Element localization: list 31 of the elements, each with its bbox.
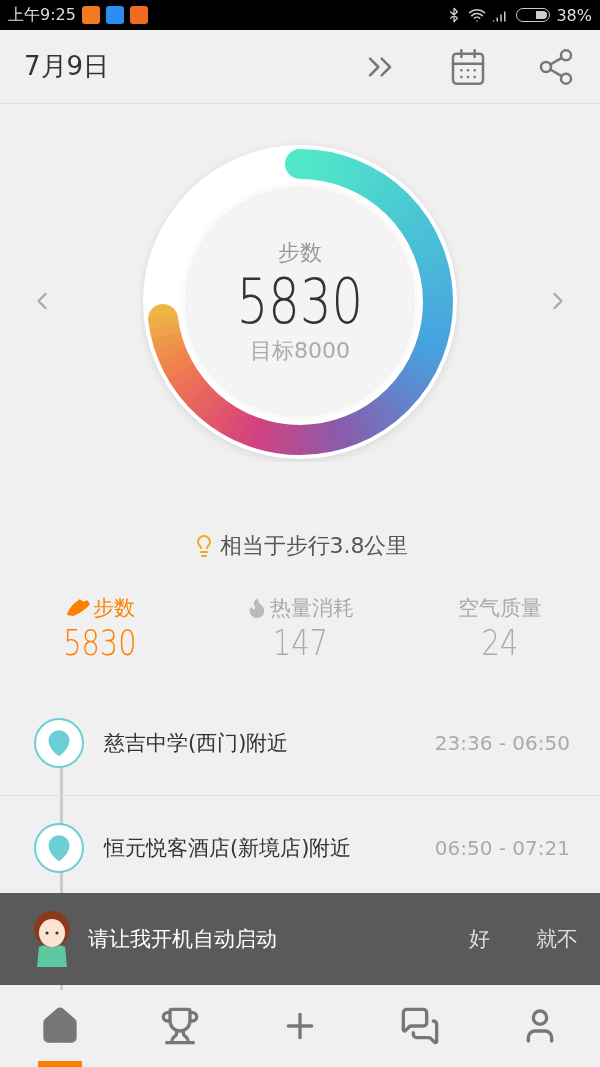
step-count: 5830	[236, 267, 364, 337]
app-icon	[129, 6, 148, 24]
date-title: 7月9日	[24, 50, 111, 83]
battery-percent: 38%	[556, 5, 592, 25]
time-range: 06:50 - 07:21	[434, 836, 570, 860]
chat-icon	[400, 1006, 440, 1046]
stat-value: 5830	[63, 622, 137, 663]
location-pin-icon	[34, 823, 84, 873]
home-icon	[40, 1006, 80, 1046]
stat-tab[interactable]: 热量消耗	[270, 594, 354, 622]
time-range: 23:36 - 06:50	[434, 731, 570, 755]
step-goal: 目标8000	[250, 337, 350, 366]
place-name: 恒元悦客酒店(新境店)附近	[104, 835, 353, 862]
status-time: 上午9:25	[8, 4, 76, 26]
ring-label: 步数	[278, 238, 322, 267]
stat-tab[interactable]: 步数	[93, 594, 135, 622]
autostart-message: 请让我开机自动启动	[88, 926, 278, 953]
place-name: 慈吉中学(西门)附近	[104, 730, 290, 757]
stat-value: 24	[481, 622, 519, 663]
stat-value: 147	[272, 622, 328, 663]
banner-button[interactable]: 好	[441, 925, 490, 953]
trophy-icon	[160, 1006, 200, 1046]
shoe-icon	[65, 598, 91, 618]
stat-tab[interactable]: 空气质量	[458, 594, 542, 622]
banner-button[interactable]: 就不	[508, 925, 578, 953]
app-icon	[81, 6, 100, 24]
app-icon	[105, 6, 124, 24]
location-pin-icon	[34, 718, 84, 768]
distance-tip: 相当于步行3.8公里	[219, 532, 409, 560]
cartoon-avatar	[34, 911, 70, 967]
wifi-icon	[468, 6, 487, 24]
